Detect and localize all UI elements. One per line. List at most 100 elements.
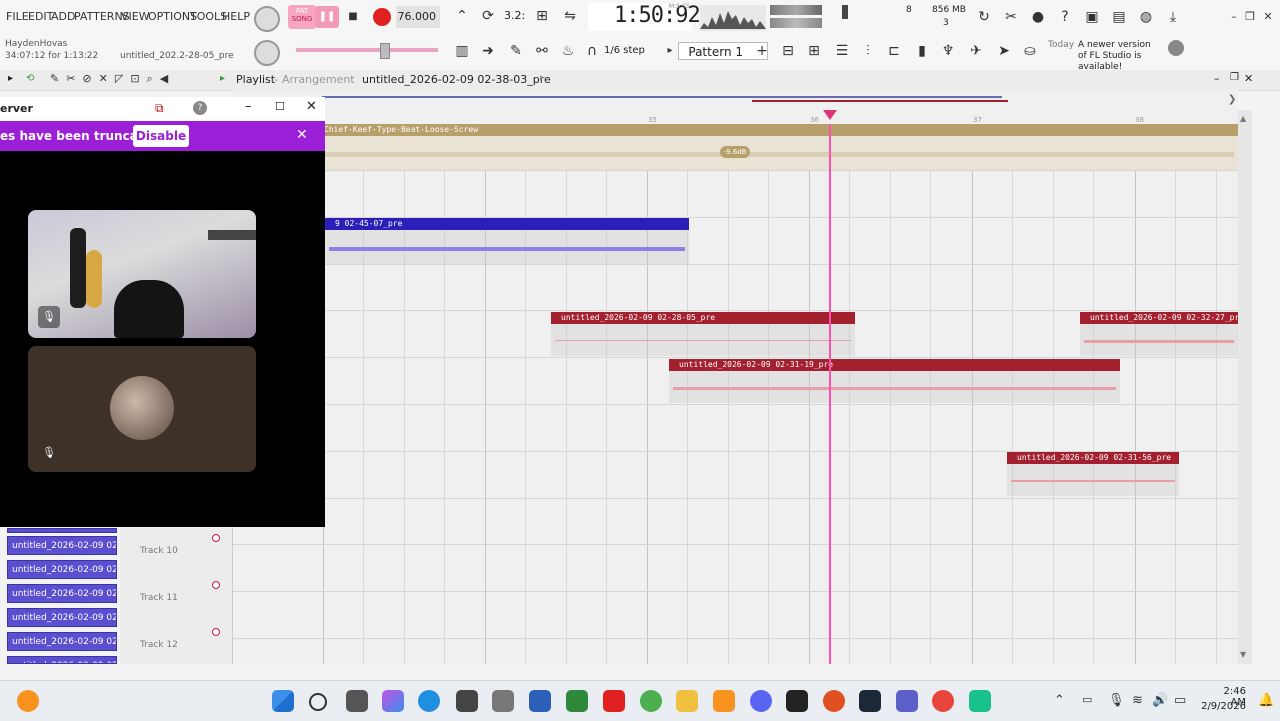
audio-clip[interactable]: untitled_2026-02-09 02-31-56_pre [1007,452,1179,496]
camera-feed[interactable]: 🎙 [28,346,256,472]
track-mute-button[interactable] [212,581,220,589]
copilot-icon[interactable] [382,690,404,712]
news-text[interactable]: A newer version of FL Studio is availabl… [1078,40,1162,73]
master-volume-knob[interactable] [254,6,280,32]
app-icon[interactable] [492,690,514,712]
piano-roll-icon[interactable]: ▥ [452,41,472,61]
menu-help[interactable]: HELP [222,10,250,23]
minimize-icon[interactable]: – [1214,72,1220,85]
audio-clip[interactable]: untitled_2026-02-09 02-31-19_pre [669,359,1120,403]
channel-rack-icon[interactable]: ⊞ [804,41,824,61]
export-icon[interactable]: ▤ [1109,7,1129,27]
track-label[interactable]: Track 11 [140,593,178,603]
minimize-icon[interactable]: – [245,99,252,114]
search-icon[interactable] [309,693,327,711]
wait-icon[interactable]: ⟳ [478,6,498,26]
basket-icon[interactable]: ⛀ [1020,41,1040,61]
volume-icon[interactable]: 🔊 [1152,693,1168,708]
task-view-icon[interactable] [346,690,368,712]
pause-button[interactable]: ❚❚ [315,6,339,28]
master-pitch-knob[interactable] [254,40,280,66]
loop-record-icon[interactable]: ⇋ [560,6,580,26]
slider-handle[interactable] [380,43,390,59]
scroll-up-icon[interactable]: ▲ [1240,114,1246,123]
globe-icon[interactable] [1168,40,1184,56]
audio-clip[interactable]: untitled_2026-02-09 02-32-27_pre [1080,312,1238,356]
mic-muted-icon[interactable]: 🎙 [38,306,60,328]
store-icon[interactable] [456,690,478,712]
scroll-down-icon[interactable]: ▼ [1240,650,1246,659]
scroll-right-icon[interactable]: ❯ [1228,94,1236,105]
undo-icon[interactable]: ↻ [974,7,994,27]
fl-studio-icon[interactable] [713,690,735,712]
popout-icon[interactable]: ⧉ [155,101,164,116]
menu-add[interactable]: ADD [51,10,75,23]
clock-date[interactable]: 2/9/2026 [1198,701,1246,712]
timeline-ruler[interactable]: 35 36 37 38 [232,90,1238,125]
notification-bell-icon[interactable]: 🔔 [1258,693,1274,708]
metronome-icon[interactable]: ⌃ [452,6,472,26]
blend-notes-icon[interactable]: ⊞ [532,6,552,26]
audio-clip[interactable]: untitled_2026-02-09 02-28-05_pre [551,312,855,356]
send-icon[interactable]: ➤ [994,41,1014,61]
menu-view[interactable]: VIEW [121,10,150,23]
tempo-display[interactable]: 76.000 [396,6,440,28]
vertical-scrollbar[interactable]: ▲ ▼ [1238,110,1252,664]
xbox-icon[interactable] [566,690,588,712]
play-pattern-icon[interactable]: ▸ [660,41,680,61]
tempo-tap-icon[interactable]: ✈ [966,41,986,61]
playhead[interactable] [829,124,831,664]
track-mute-button[interactable] [212,534,220,542]
epic-games-icon[interactable] [786,690,808,712]
chevron-up-icon[interactable]: ⌃ [1054,693,1065,708]
menu-file[interactable]: FILE [6,10,29,23]
chrome-icon[interactable] [932,690,954,712]
picker-item[interactable]: untitled_2026-02-09 02-... [7,560,117,579]
record-button[interactable] [373,8,391,26]
draw-icon[interactable]: ✎ [506,41,526,61]
master-volume-slider[interactable] [296,43,438,59]
audio-clip[interactable]: 9 02-45-07_pre [325,218,689,264]
help-icon[interactable]: ? [193,101,207,115]
mic-muted-icon[interactable]: 🎙 [38,442,60,464]
close-icon[interactable]: ✕ [306,99,317,114]
playlist-tools-icon[interactable]: ✎✂⊘✕◸⊡⌕◀ [50,72,175,86]
song-mode-icon[interactable]: ⟲ [26,73,34,84]
clip-gain-badge[interactable]: -9.6dB [720,146,750,158]
close-icon[interactable]: ✕ [1244,72,1253,85]
signature-display[interactable]: 3.2: [504,9,525,22]
close-icon[interactable]: ✕ [1258,7,1278,27]
app-icon[interactable] [529,690,551,712]
menu-edit[interactable]: EDIT [28,10,53,23]
mixer-icon[interactable]: ☰ [832,41,852,61]
app-icon[interactable] [823,690,845,712]
picker-item[interactable]: untitled_2026-02-09 02-... [7,608,117,627]
magnet-icon[interactable]: ∩ [582,41,602,61]
steam-icon[interactable] [859,690,881,712]
picker-item[interactable]: untitled_2026-02-09 02-... [7,536,117,555]
stop-button[interactable]: ■ [343,7,363,27]
start-icon[interactable] [272,690,294,712]
add-pattern-icon[interactable]: + [752,41,772,61]
plugin-icon[interactable]: ♆ [938,41,958,61]
cut-icon[interactable]: ✂ [1001,7,1021,27]
playlist-icon[interactable]: ⊟ [778,41,798,61]
restore-icon[interactable]: ❐ [1240,7,1260,27]
picker-item[interactable] [7,528,117,533]
track-mute-button[interactable] [212,628,220,636]
save-icon[interactable]: ▣ [1082,7,1102,27]
picker-item[interactable]: untitled_2026-02-09 02-... [7,656,117,664]
close-icon[interactable]: ✕ [296,127,308,143]
browser-icon[interactable]: ⊏ [884,41,904,61]
app-icon[interactable] [17,690,39,712]
track-label[interactable]: Track 10 [140,546,178,556]
arrow-icon[interactable]: ▸ [8,73,13,84]
stamp-icon[interactable]: ♨ [558,41,578,61]
help-icon[interactable]: ? [1055,7,1075,27]
faders-icon[interactable]: ⫶ [858,41,878,61]
battery-icon[interactable]: ▭ [1174,693,1186,708]
arrow-icon[interactable]: ➜ [478,41,498,61]
download-icon[interactable]: ⤓ [1163,7,1183,27]
pat-song-toggle[interactable]: PAT SONG [288,5,316,29]
snap-value[interactable]: 1/6 step [604,45,645,56]
